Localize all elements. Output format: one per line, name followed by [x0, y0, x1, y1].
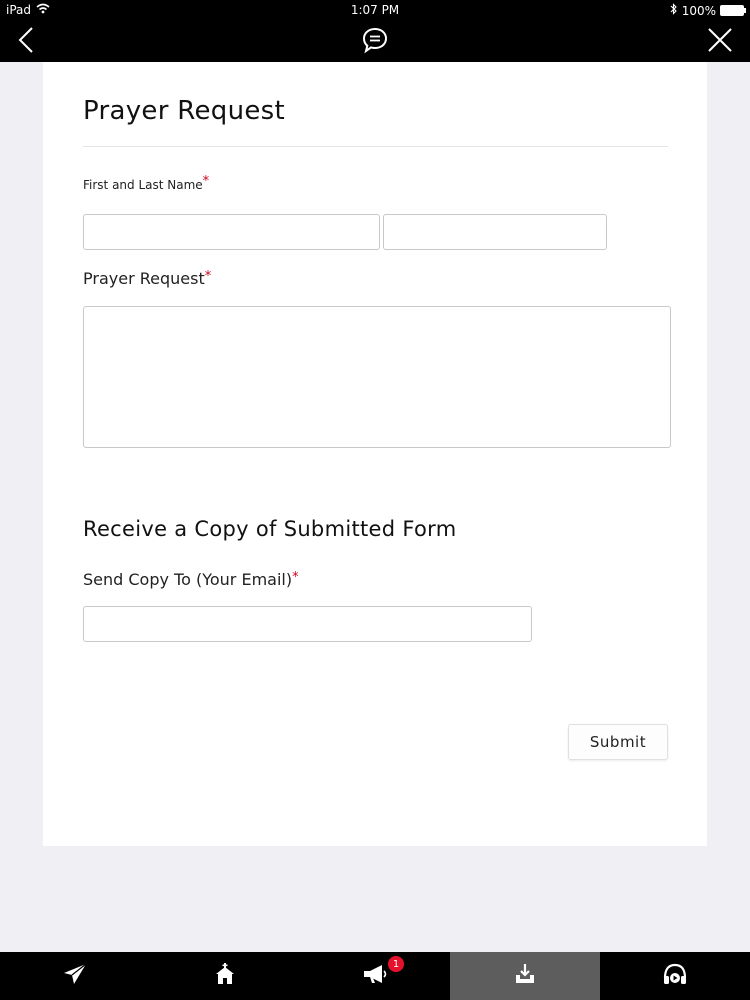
first-name-input[interactable] — [83, 214, 380, 250]
tab-home[interactable] — [150, 952, 300, 1000]
battery-percent: 100% — [681, 3, 716, 18]
required-marker: * — [202, 174, 210, 189]
last-name-input[interactable] — [383, 214, 607, 250]
title-divider — [83, 146, 668, 147]
home-icon — [214, 963, 236, 989]
close-icon — [707, 27, 733, 57]
chevron-left-icon — [17, 26, 35, 58]
chat-bubble-icon — [361, 26, 389, 58]
status-right: 100% — [670, 3, 746, 18]
nav-bar — [0, 22, 750, 62]
prayer-request-textarea[interactable] — [83, 306, 671, 448]
close-button[interactable] — [704, 26, 736, 58]
notification-badge: 1 — [388, 956, 404, 972]
submit-button[interactable]: Submit — [568, 724, 668, 760]
required-marker: * — [204, 269, 212, 284]
bluetooth-icon — [670, 3, 678, 18]
podcast-play-icon — [662, 962, 688, 990]
chat-button[interactable] — [359, 26, 391, 58]
email-label: Send Copy To (Your Email)* — [83, 570, 299, 589]
email-label-text: Send Copy To (Your Email) — [83, 570, 293, 589]
battery-icon — [720, 5, 746, 16]
download-tray-icon — [514, 963, 536, 989]
tab-announcements[interactable]: 1 — [300, 952, 450, 1000]
email-input[interactable] — [83, 606, 532, 642]
form-title: Prayer Request — [83, 96, 285, 126]
form-card: Prayer Request First and Last Name* Pray… — [43, 62, 707, 846]
copy-section-title: Receive a Copy of Submitted Form — [83, 517, 457, 541]
back-button[interactable] — [10, 26, 42, 58]
prayer-label: Prayer Request* — [83, 269, 211, 288]
tab-download[interactable] — [450, 952, 600, 1000]
name-label-text: First and Last Name — [83, 178, 203, 192]
tab-bar: 1 — [0, 952, 750, 1000]
status-time: 1:07 PM — [350, 3, 400, 17]
name-label: First and Last Name* — [83, 174, 209, 193]
tab-send[interactable] — [0, 952, 150, 1000]
megaphone-icon — [362, 963, 388, 989]
status-bar: iPad 1:07 PM 100% — [0, 0, 750, 22]
prayer-label-text: Prayer Request — [83, 269, 205, 288]
tab-media[interactable] — [600, 952, 750, 1000]
paper-plane-icon — [63, 963, 87, 989]
required-marker: * — [292, 570, 299, 585]
